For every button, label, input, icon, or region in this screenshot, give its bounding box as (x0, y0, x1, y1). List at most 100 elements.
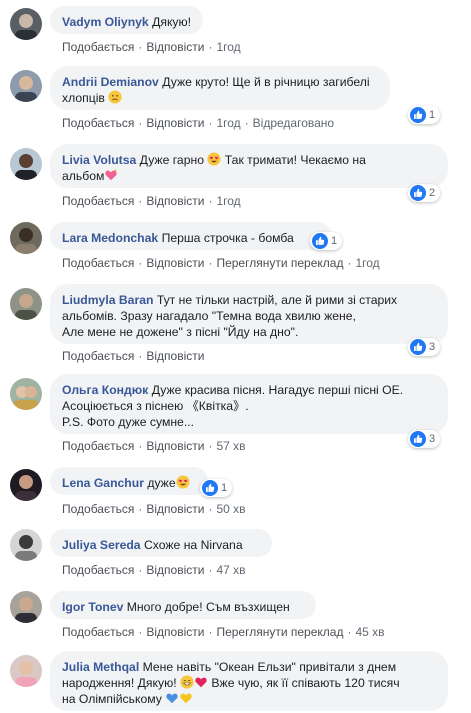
dot-separator: · (138, 502, 143, 516)
avatar[interactable] (10, 529, 42, 561)
like-link[interactable]: Подобається (62, 349, 134, 363)
comment-bubble: Lena Ganchur дуже (50, 467, 208, 495)
comment-text: Дуже круто! Ще й в річницю загибелі (162, 75, 370, 89)
like-link[interactable]: Подобається (62, 256, 134, 270)
like-link[interactable]: Подобається (62, 625, 134, 639)
commenter-name[interactable]: Lena Ganchur (62, 476, 144, 490)
like-link[interactable]: Подобається (62, 502, 134, 516)
comment-text: Дуже гарно (139, 153, 204, 167)
comment-text: Вже чую, як її співають 120 тисяч (211, 676, 400, 690)
dot-separator: · (208, 439, 213, 453)
reply-link[interactable]: Відповісти (146, 439, 204, 453)
comment-bubble: Lara Medonchak Перша строчка - бомба (50, 222, 332, 250)
comment-actions: Подобається · Відповісти · 1год (62, 39, 241, 55)
reactions-summary[interactable]: 1 (200, 479, 233, 497)
reply-link[interactable]: Відповісти (146, 256, 204, 270)
avatar[interactable] (10, 655, 42, 687)
reaction-count: 1 (331, 235, 338, 247)
commenter-name[interactable]: Andrii Demianov (62, 75, 159, 89)
comment-text: P.S. Фото дуже сумне... (62, 415, 194, 429)
dot-separator: · (138, 563, 143, 577)
avatar[interactable] (10, 222, 42, 254)
comment-actions: Подобається · Відповісти · 47 хв (62, 562, 246, 578)
timestamp[interactable]: 57 хв (216, 439, 245, 453)
reply-link[interactable]: Відповісти (146, 563, 204, 577)
reply-link[interactable]: Відповісти (146, 40, 204, 54)
reply-link[interactable]: Відповісти (146, 116, 204, 130)
comment-text: Схоже на Nirvana (143, 538, 243, 552)
dot-separator: · (138, 194, 143, 208)
reactions-summary[interactable]: 3 (408, 430, 441, 448)
avatar[interactable] (10, 378, 42, 410)
reply-link[interactable]: Відповісти (146, 194, 204, 208)
like-icon (410, 185, 426, 201)
avatar[interactable] (10, 469, 42, 501)
comment-text: на Олімпійському (62, 692, 162, 706)
reply-link[interactable]: Відповісти (146, 349, 204, 363)
see-translation-link[interactable]: Переглянути переклад (216, 256, 343, 270)
comment-bubble: Andrii Demianov Дуже круто! Ще й в річни… (50, 66, 390, 110)
dot-separator: · (208, 194, 213, 208)
commenter-name[interactable]: Vadym Oliynyk (62, 15, 149, 29)
dot-separator: · (347, 256, 352, 270)
comment-text: альбом (62, 169, 105, 183)
commenter-name[interactable]: Juliya Sereda (62, 538, 141, 552)
sad-emoji-icon (108, 90, 122, 104)
comment-text: Тут не тільки настрій, але й рими зі ста… (156, 293, 398, 307)
timestamp[interactable]: 1год (216, 194, 240, 208)
reaction-count: 3 (429, 433, 436, 445)
like-link[interactable]: Подобається (62, 439, 134, 453)
like-link[interactable]: Подобається (62, 116, 134, 130)
like-icon (410, 107, 426, 123)
commenter-name[interactable]: Liudmyla Baran (62, 293, 153, 307)
timestamp[interactable]: 1год (216, 40, 240, 54)
dot-separator: · (138, 625, 143, 639)
dot-separator: · (138, 439, 143, 453)
comment-actions: Подобається · Відповісти · Переглянути перек… (62, 624, 385, 640)
timestamp[interactable]: 45 хв (355, 625, 384, 639)
like-link[interactable]: Подобається (62, 194, 134, 208)
comment-text: Дуже красива пісня. Нагадує перші пісні … (151, 383, 404, 397)
avatar[interactable] (10, 148, 42, 180)
commenter-name[interactable]: Julia Methqal (62, 660, 139, 674)
commenter-name[interactable]: Igor Tonev (62, 600, 123, 614)
commenter-name[interactable]: Lara Medonchak (62, 231, 158, 245)
edited-label[interactable]: Відредаговано (253, 116, 334, 130)
timestamp[interactable]: 1год (216, 116, 240, 130)
comment-actions: Подобається · Відповісти · 1год · Відредагован… (62, 115, 334, 131)
comment-text: дуже (147, 476, 176, 490)
like-link[interactable]: Подобається (62, 563, 134, 577)
reactions-summary[interactable]: 2 (408, 184, 441, 202)
comment-actions: Подобається · Відповісти · Переглянути перек… (62, 255, 380, 271)
comment-actions: Подобається · Відповісти · 1год (62, 193, 241, 209)
comment-text: народження! Дякую! (62, 676, 177, 690)
blue-heart-emoji-icon (165, 691, 179, 705)
comment-bubble: Igor Tonev Много добре! Съм възхищен (50, 591, 316, 619)
comment-bubble: Ольга Кондюк Дуже красива пісня. Нагадує… (50, 374, 448, 434)
commenter-name[interactable]: Livia Volutsa (62, 153, 136, 167)
reply-link[interactable]: Відповісти (146, 625, 204, 639)
reactions-summary[interactable]: 1 (408, 106, 441, 124)
see-translation-link[interactable]: Переглянути переклад (216, 625, 343, 639)
comment-text: альбомів. Зразу нагадало "Темна вода хви… (62, 309, 356, 323)
dot-separator: · (208, 625, 213, 639)
dot-separator: · (347, 625, 352, 639)
commenter-name[interactable]: Ольга Кондюк (62, 383, 148, 397)
reaction-count: 1 (429, 109, 436, 121)
heart-eyes-emoji-icon (207, 152, 221, 166)
avatar[interactable] (10, 288, 42, 320)
timestamp[interactable]: 50 хв (216, 502, 245, 516)
timestamp[interactable]: 1год (355, 256, 379, 270)
avatar[interactable] (10, 591, 42, 623)
reactions-summary[interactable]: 1 (310, 232, 343, 250)
timestamp[interactable]: 47 хв (216, 563, 245, 577)
avatar[interactable] (10, 70, 42, 102)
dot-separator: · (208, 116, 213, 130)
comment-actions: Подобається · Відповісти (62, 348, 204, 364)
avatar[interactable] (10, 8, 42, 40)
comment-text: Так тримати! Чекаємо на (224, 153, 366, 167)
like-link[interactable]: Подобається (62, 40, 134, 54)
reply-link[interactable]: Відповісти (146, 502, 204, 516)
reactions-summary[interactable]: 3 (408, 338, 441, 356)
comment-text: Асоціюється з піснею 《Квітка》. (62, 399, 249, 413)
